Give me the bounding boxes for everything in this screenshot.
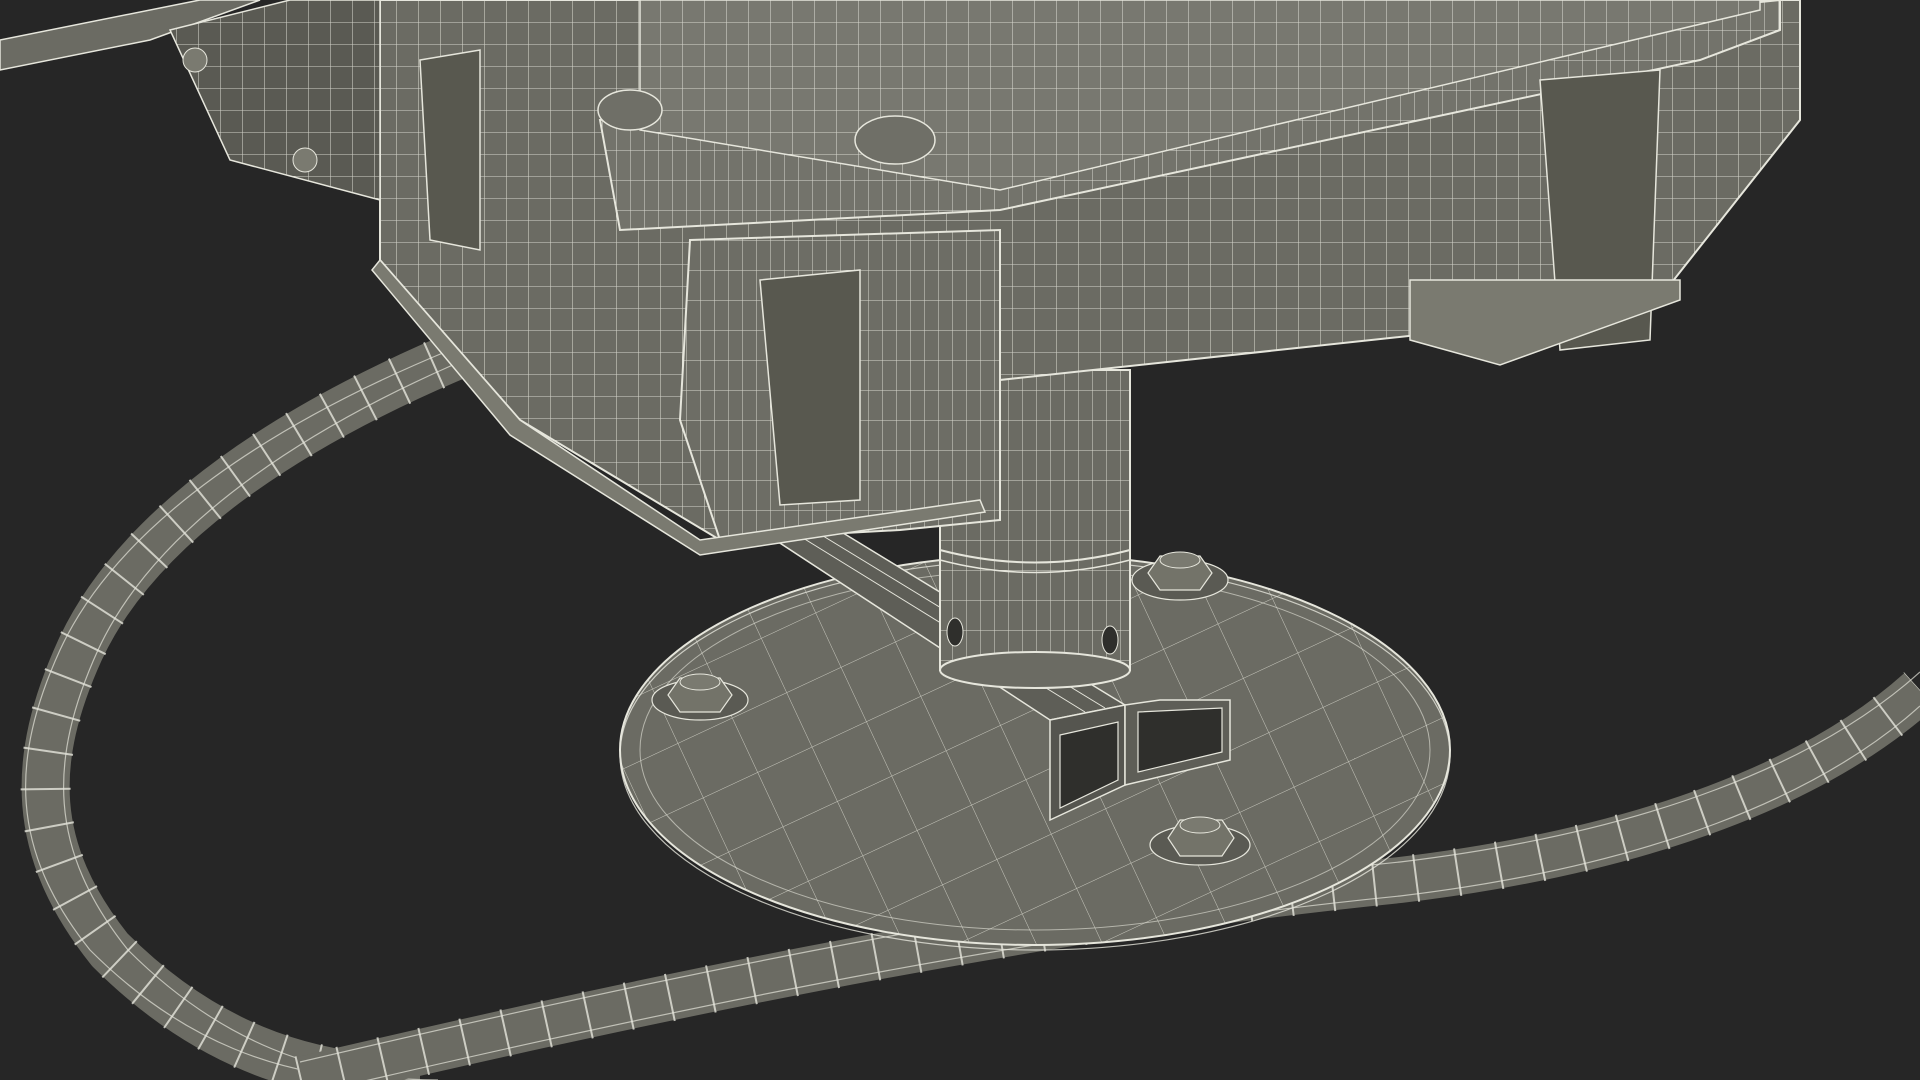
render-viewport bbox=[0, 0, 1920, 1080]
bolt-top bbox=[1131, 551, 1229, 601]
wireframe-render bbox=[0, 0, 1920, 1080]
